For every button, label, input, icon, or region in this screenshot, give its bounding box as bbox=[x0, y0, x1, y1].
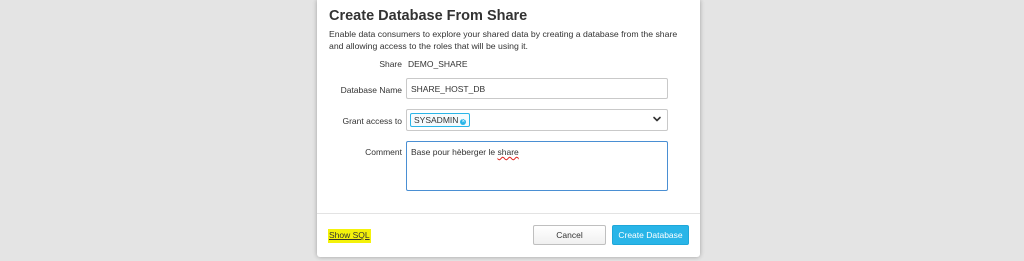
create-database-button[interactable]: Create Database bbox=[612, 225, 689, 245]
show-sql-link[interactable]: Show SQL bbox=[328, 229, 371, 243]
database-name-label: Database Name bbox=[340, 85, 402, 95]
grant-access-label: Grant access to bbox=[342, 116, 402, 126]
comment-text: Base pour hèberger le bbox=[411, 147, 498, 157]
comment-textarea[interactable]: Base pour hèberger le share bbox=[406, 141, 668, 191]
dialog-description: Enable data consumers to explore your sh… bbox=[329, 29, 678, 51]
share-value: DEMO_SHARE bbox=[408, 59, 468, 69]
cancel-button[interactable]: Cancel bbox=[533, 225, 606, 245]
role-tag-sysadmin: SYSADMIN × bbox=[410, 113, 471, 127]
misspelled-word: share bbox=[497, 147, 519, 157]
share-label: Share bbox=[379, 59, 402, 69]
comment-label: Comment bbox=[365, 147, 402, 157]
grant-access-select[interactable]: SYSADMIN × bbox=[406, 109, 668, 131]
chevron-down-icon[interactable] bbox=[652, 114, 662, 124]
role-tag-label: SYSADMIN bbox=[414, 115, 459, 125]
database-name-input[interactable] bbox=[406, 78, 668, 99]
create-database-dialog: Create Database From Share Enable data c… bbox=[317, 0, 700, 257]
footer-divider bbox=[317, 213, 700, 214]
dialog-title: Create Database From Share bbox=[329, 8, 528, 24]
close-icon[interactable]: × bbox=[460, 119, 467, 125]
